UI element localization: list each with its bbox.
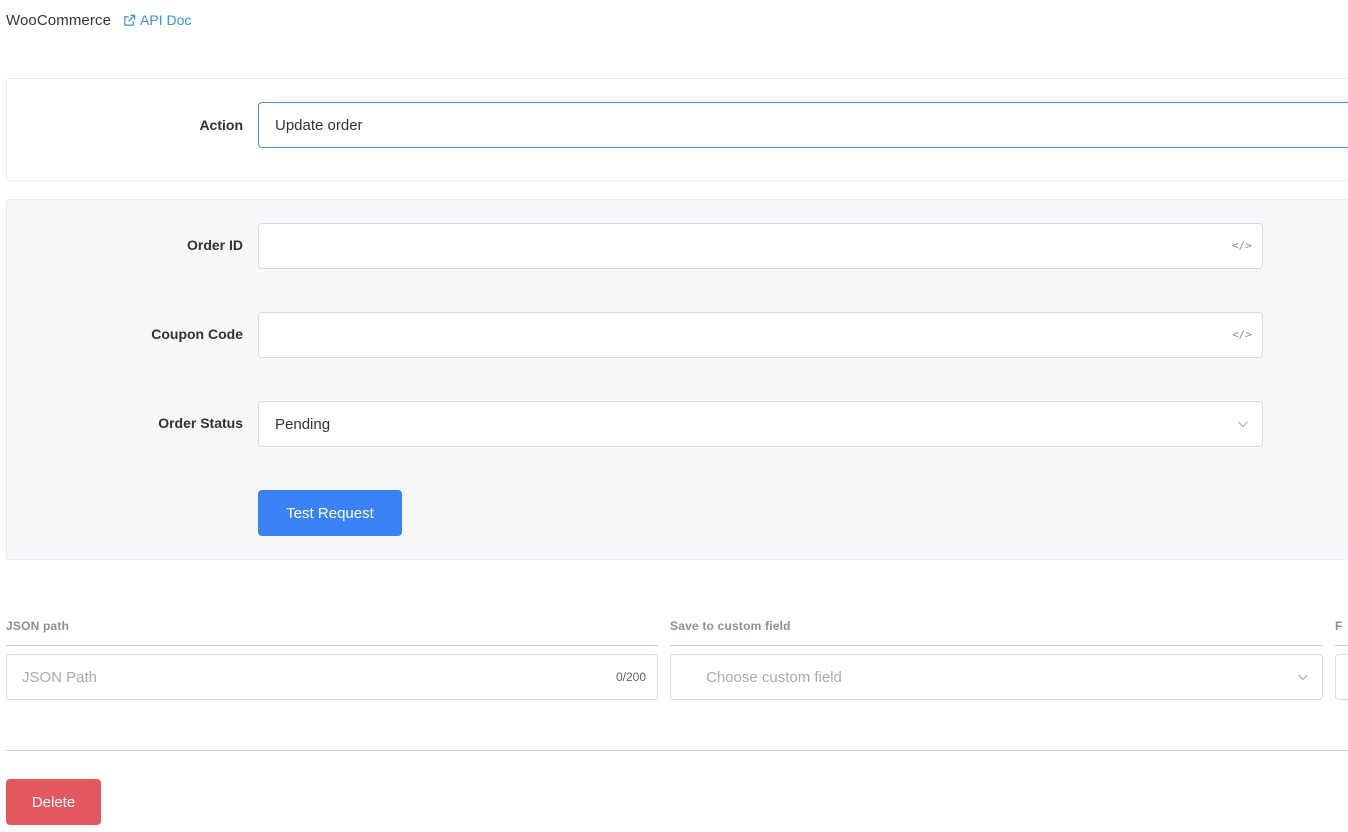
- column-divider: [670, 645, 1323, 646]
- character-counter: 0/200: [615, 670, 646, 684]
- json-path-input[interactable]: JSON Path 0/200: [6, 654, 658, 700]
- order-id-input[interactable]: </>: [258, 223, 1263, 269]
- action-label: Action: [199, 117, 243, 133]
- delete-button[interactable]: Delete: [6, 779, 101, 825]
- order-id-label: Order ID: [186, 237, 243, 253]
- coupon-code-row: Coupon Code </>: [7, 312, 1263, 358]
- json-path-placeholder: JSON Path: [22, 668, 98, 686]
- custom-field-select[interactable]: Choose custom field: [670, 654, 1323, 700]
- custom-field-column-header: Save to custom field: [670, 619, 791, 633]
- integration-header: WooCommerce API Doc: [6, 10, 191, 30]
- third-column-header: F: [1335, 619, 1343, 633]
- action-select[interactable]: Update order: [258, 102, 1348, 148]
- json-path-column-header: JSON path: [6, 619, 70, 633]
- page: WooCommerce API Doc Action Update order …: [0, 0, 1348, 832]
- code-icon[interactable]: </>: [1232, 238, 1252, 254]
- test-request-button[interactable]: Test Request: [258, 490, 402, 536]
- column-divider: [1335, 645, 1348, 646]
- api-doc-label: API Doc: [140, 12, 192, 28]
- custom-field-placeholder: Choose custom field: [706, 668, 842, 686]
- truncated-field[interactable]: [1335, 654, 1348, 700]
- api-doc-link[interactable]: API Doc: [123, 12, 191, 28]
- integration-title: WooCommerce: [6, 11, 112, 29]
- order-id-row: Order ID </>: [7, 223, 1263, 269]
- chevron-down-icon: [1298, 674, 1308, 681]
- coupon-code-input[interactable]: </>: [258, 312, 1263, 358]
- order-status-select[interactable]: Pending: [258, 401, 1263, 447]
- section-divider: [6, 750, 1348, 751]
- coupon-code-label: Coupon Code: [151, 326, 243, 342]
- order-status-value: Pending: [275, 415, 331, 433]
- external-link-icon: [124, 14, 136, 26]
- action-card: Action Update order: [6, 78, 1348, 181]
- parameters-card: Order ID </> Coupon Code </> Order Statu…: [6, 199, 1348, 560]
- order-status-label: Order Status: [158, 415, 243, 431]
- chevron-down-icon: [1238, 421, 1248, 428]
- code-icon[interactable]: </>: [1232, 327, 1252, 343]
- column-divider: [6, 645, 658, 646]
- order-status-row: Order Status Pending: [7, 401, 1263, 447]
- action-value: Update order: [275, 116, 363, 134]
